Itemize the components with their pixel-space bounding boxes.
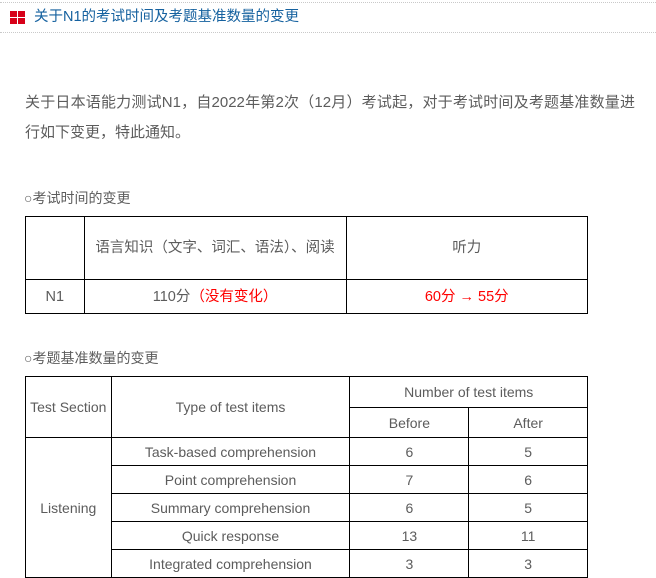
section-heading-item-counts: ○考题基准数量的变更 [24,350,159,366]
page-header-bar: 关于N1的考试时间及考题基准数量的变更 [0,2,656,33]
grid-icon-square-1 [10,11,17,17]
grid-icon-square-2 [18,11,25,17]
grid-icon-square-4 [18,18,25,24]
item-counts-table: Test Section Type of test items Number o… [25,376,588,578]
cell-level-label: N1 [25,279,85,314]
cell-item-type: Summary comprehension [110,493,351,522]
cell-count-after: 5 [468,493,588,522]
score-value: 110分 [152,288,191,305]
page-title: 关于N1的考试时间及考题基准数量的变更 [34,9,300,25]
cell-count-before: 6 [349,437,470,466]
cell-listening-score: 60分 → 55分 [345,279,589,314]
table-header-row: 语言知识（文字、词汇、语法）、阅读 听力 [25,216,589,280]
header-cell-language-knowledge: 语言知识（文字、词汇、语法）、阅读 [83,216,347,280]
cell-item-type: Integrated comprehension [110,549,351,578]
header-cell-test-section: Test Section [25,376,112,438]
header-cell-number-of-test-items: Number of test items [349,376,588,408]
header-cell-after: After [468,407,588,438]
table-row: Listening Task-based comprehension 6 5 [25,437,588,578]
cell-count-before: 3 [349,549,470,578]
cell-count-after: 5 [468,437,588,466]
cell-count-after: 11 [468,521,588,550]
cell-item-type: Quick response [110,521,351,550]
section-heading-exam-time: ○考试时间的变更 [24,190,131,206]
cell-item-type: Task-based comprehension [110,437,351,466]
table-row: N1 110分（没有变化） 60分 → 55分 [25,279,589,314]
exam-time-table: 语言知识（文字、词汇、语法）、阅读 听力 N1 110分（没有变化） 60分 →… [25,216,589,314]
grid-icon-square-3 [10,18,17,24]
header-cell-type-of-test-items: Type of test items [110,376,351,438]
cell-count-before: 7 [349,465,470,494]
cell-count-after: 6 [468,465,588,494]
cell-count-before: 6 [349,493,470,522]
cell-count-before: 13 [349,521,470,550]
cell-test-section-listening: Listening [25,437,112,578]
header-cell-before: Before [349,407,470,438]
header-cell-blank [25,216,85,280]
cell-count-after: 3 [468,549,588,578]
cell-language-knowledge-score: 110分（没有变化） [83,279,347,314]
table-header-row-top: Test Section Type of test items Number o… [25,376,588,438]
cell-item-type: Point comprehension [110,465,351,494]
header-cell-listening: 听力 [345,216,589,280]
score-note: （没有变化） [190,288,278,305]
intro-paragraph: 关于日本语能力测试N1，自2022年第2次（12月）考试起，对于考试时间及考题基… [25,94,635,141]
grid-2x2-icon [10,11,25,24]
